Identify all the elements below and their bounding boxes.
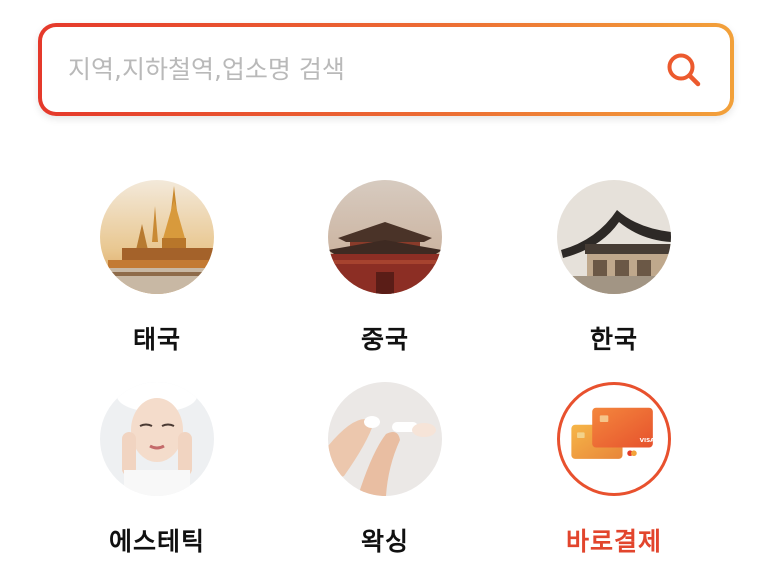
category-label: 왁싱 [360,527,409,556]
search-input[interactable] [68,55,660,84]
category-label: 중국 [360,325,409,354]
payment-cards-image: VISA [557,382,671,496]
category-label: 바로결제 [565,527,662,556]
search-icon [667,53,701,86]
category-aesthetic[interactable]: 에스테틱 [62,382,252,562]
aesthetic-face-image [100,382,214,496]
china-palace-image [328,180,442,294]
category-china[interactable]: 중국 [290,180,480,360]
search-box [42,27,730,112]
page: 태국 중국 [0,0,773,571]
category-label: 에스테틱 [108,527,205,556]
svg-text:VISA: VISA [640,438,656,444]
search-button[interactable] [660,46,708,94]
category-label: 한국 [589,325,638,354]
category-direct-payment[interactable]: VISA 바로결제 [519,382,709,562]
category-waxing[interactable]: 왁싱 [290,382,480,562]
search-bar [38,23,734,116]
thailand-temple-image [100,180,214,294]
korea-hanok-image [557,180,671,294]
category-korea[interactable]: 한국 [519,180,709,360]
category-label: 태국 [132,325,181,354]
category-thailand[interactable]: 태국 [62,180,252,360]
waxing-legs-image [328,382,442,496]
